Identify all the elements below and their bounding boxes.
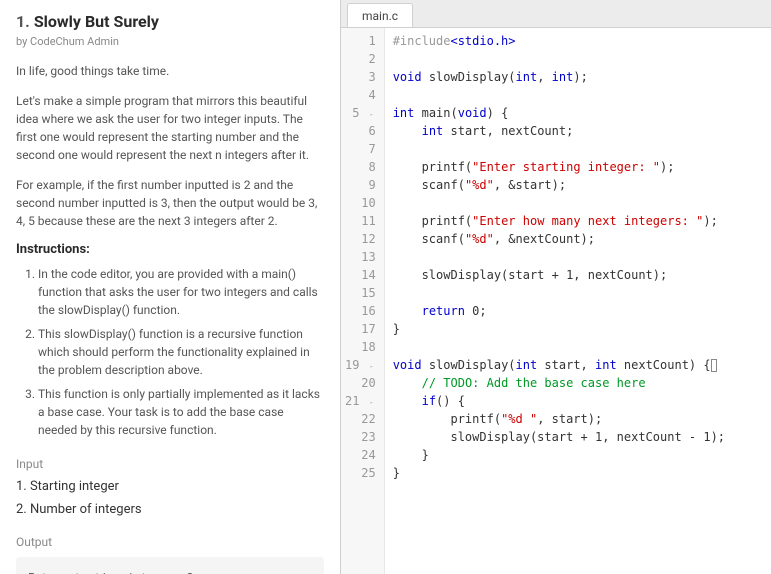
output-header: Output xyxy=(16,535,324,549)
code-line[interactable]: if() { xyxy=(393,392,763,410)
code-area[interactable]: #include<stdio.h> void slowDisplay(int, i… xyxy=(385,28,771,574)
code-line[interactable]: int start, nextCount; xyxy=(393,122,763,140)
gutter-line: 4 xyxy=(345,86,376,104)
code-line[interactable]: void slowDisplay(int start, int nextCoun… xyxy=(393,356,763,374)
gutter-line: 25 xyxy=(345,464,376,482)
gutter-line: 1 xyxy=(345,32,376,50)
code-line[interactable]: void slowDisplay(int, int); xyxy=(393,68,763,86)
code-line[interactable] xyxy=(393,338,763,356)
tab-main-c[interactable]: main.c xyxy=(347,3,413,27)
gutter-line: 2 xyxy=(345,50,376,68)
output-sample: Enter starting integer: 2 Enter how many… xyxy=(16,557,324,574)
gutter-line: 19 - xyxy=(345,356,376,374)
gutter-line: 13 xyxy=(345,248,376,266)
problem-para-1: In life, good things take time. xyxy=(16,62,324,80)
cursor xyxy=(711,359,717,372)
gutter-line: 20 xyxy=(345,374,376,392)
instructions-list: In the code editor, you are provided wit… xyxy=(16,265,324,439)
code-line[interactable] xyxy=(393,86,763,104)
gutter-line: 7 xyxy=(345,140,376,158)
gutter-line: 6 xyxy=(345,122,376,140)
problem-title: 1. Slowly But Surely xyxy=(16,12,324,31)
gutter-line: 11 xyxy=(345,212,376,230)
fold-icon[interactable]: - xyxy=(367,397,376,411)
code-line[interactable]: } xyxy=(393,320,763,338)
gutter-line: 23 xyxy=(345,428,376,446)
code-line[interactable]: return 0; xyxy=(393,302,763,320)
code-line[interactable] xyxy=(393,284,763,302)
code-line[interactable]: printf("%d ", start); xyxy=(393,410,763,428)
tab-bar: main.c xyxy=(341,0,771,28)
code-line[interactable]: int main(void) { xyxy=(393,104,763,122)
code-line[interactable]: printf("Enter starting integer: "); xyxy=(393,158,763,176)
problem-number: 1. xyxy=(16,12,30,31)
gutter-line: 8 xyxy=(345,158,376,176)
problem-para-3: For example, if the first number inputte… xyxy=(16,176,324,230)
problem-panel: 1. Slowly But Surely by CodeChum Admin I… xyxy=(0,0,340,574)
gutter-line: 14 xyxy=(345,266,376,284)
input-header: Input xyxy=(16,457,324,471)
code-line[interactable] xyxy=(393,140,763,158)
code-line[interactable]: printf("Enter how many next integers: ")… xyxy=(393,212,763,230)
line-gutter: 12345 -678910111213141516171819 -2021 -2… xyxy=(341,28,385,574)
input-item: 1. Starting integer xyxy=(16,479,324,494)
code-line[interactable]: scanf("%d", &start); xyxy=(393,176,763,194)
fold-icon[interactable]: - xyxy=(367,361,376,375)
code-line[interactable]: #include<stdio.h> xyxy=(393,32,763,50)
code-editor[interactable]: 12345 -678910111213141516171819 -2021 -2… xyxy=(341,28,771,574)
gutter-line: 22 xyxy=(345,410,376,428)
code-line[interactable]: slowDisplay(start + 1, nextCount - 1); xyxy=(393,428,763,446)
gutter-line: 24 xyxy=(345,446,376,464)
code-line[interactable]: // TODO: Add the base case here xyxy=(393,374,763,392)
instruction-item: This slowDisplay() function is a recursi… xyxy=(38,325,324,379)
code-line[interactable] xyxy=(393,50,763,68)
gutter-line: 9 xyxy=(345,176,376,194)
instruction-item: In the code editor, you are provided wit… xyxy=(38,265,324,319)
problem-para-2: Let's make a simple program that mirrors… xyxy=(16,92,324,164)
editor-panel: main.c 12345 -678910111213141516171819 -… xyxy=(340,0,771,574)
gutter-line: 3 xyxy=(345,68,376,86)
gutter-line: 21 - xyxy=(345,392,376,410)
code-line[interactable]: } xyxy=(393,446,763,464)
problem-title-text: Slowly But Surely xyxy=(34,12,159,31)
gutter-line: 15 xyxy=(345,284,376,302)
code-line[interactable]: scanf("%d", &nextCount); xyxy=(393,230,763,248)
instructions-header: Instructions: xyxy=(16,242,324,257)
gutter-line: 10 xyxy=(345,194,376,212)
problem-author: by CodeChum Admin xyxy=(16,35,324,48)
input-item: 2. Number of integers xyxy=(16,502,324,517)
gutter-line: 18 xyxy=(345,338,376,356)
code-line[interactable]: } xyxy=(393,464,763,482)
fold-icon[interactable]: - xyxy=(367,109,376,123)
gutter-line: 16 xyxy=(345,302,376,320)
instruction-item: This function is only partially implemen… xyxy=(38,385,324,439)
code-line[interactable] xyxy=(393,248,763,266)
gutter-line: 5 - xyxy=(345,104,376,122)
gutter-line: 17 xyxy=(345,320,376,338)
code-line[interactable] xyxy=(393,194,763,212)
code-line[interactable]: slowDisplay(start + 1, nextCount); xyxy=(393,266,763,284)
gutter-line: 12 xyxy=(345,230,376,248)
